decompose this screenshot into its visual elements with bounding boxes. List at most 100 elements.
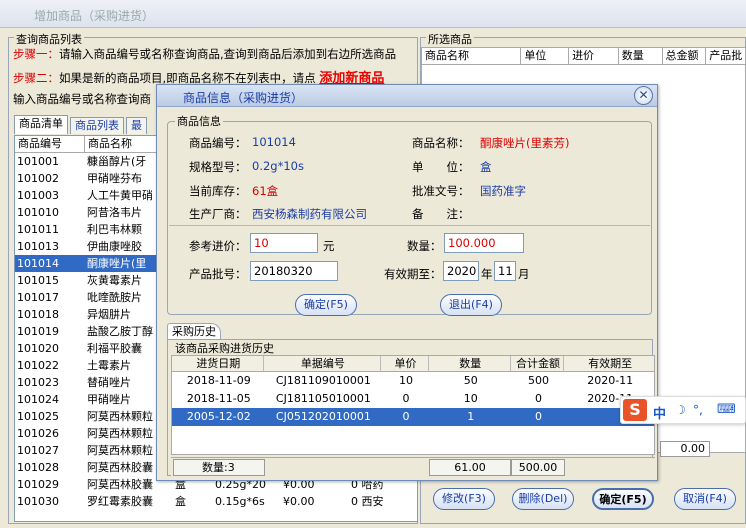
history-row[interactable]: 2018-11-09 CJ181109010001 10 50 500 2020-11 bbox=[172, 372, 654, 390]
product-code-cell: 101019 bbox=[17, 325, 59, 338]
product-code-cell: 101003 bbox=[17, 189, 59, 202]
history-title: 该商品采购进货历史 bbox=[175, 342, 274, 355]
batch-input[interactable]: 20180320 bbox=[250, 261, 338, 281]
col-sel-name[interactable]: 商品名称 bbox=[422, 48, 522, 64]
month-unit: 月 bbox=[518, 267, 530, 281]
info-group-title: 商品信息 bbox=[175, 113, 223, 129]
qty-input[interactable]: 100.000 bbox=[444, 233, 524, 253]
col-hist-qty[interactable]: 数量 bbox=[429, 356, 511, 371]
product-code-cell: 101001 bbox=[17, 155, 59, 168]
product-name-cell: 罗红霉素胶囊 bbox=[87, 495, 153, 508]
col-sel-batch[interactable]: 产品批 bbox=[706, 48, 745, 64]
step1: 步骤一：请输入商品编号或名称查询商品,查询到商品后添加到右边所选商品 bbox=[13, 46, 396, 62]
spec-value: 0.2g*10s bbox=[252, 159, 304, 173]
history-qty-cell: 10 bbox=[463, 392, 478, 405]
approval-label: 批准文号： bbox=[412, 184, 470, 198]
product-code-cell: 101030 bbox=[17, 495, 59, 508]
history-doc-cell: CJ181105010001 bbox=[275, 392, 371, 405]
moon-icon[interactable]: ☽ bbox=[675, 403, 686, 417]
step1-text: 请输入商品编号或名称查询商品,查询到商品后添加到右边所选商品 bbox=[59, 47, 397, 61]
product-code-cell: 101025 bbox=[17, 410, 59, 423]
expiry-year-input[interactable]: 2020 bbox=[443, 261, 479, 281]
history-qty-total: 61.00 bbox=[429, 459, 511, 476]
name-label: 商品名称： bbox=[412, 136, 470, 150]
info-divider bbox=[169, 225, 650, 226]
col-product-code[interactable]: 商品编号 bbox=[15, 136, 85, 152]
maker-label: 生产厂商： bbox=[189, 207, 247, 221]
ime-lang-toggle[interactable]: 中 bbox=[653, 403, 666, 422]
history-grid[interactable]: 进货日期 单据编号 单价 数量 合计金额 有效期至 2018-11-09 CJ18… bbox=[171, 355, 655, 455]
history-row[interactable]: 2018-11-05 CJ181105010001 0 10 0 2020-11 bbox=[172, 390, 654, 408]
col-sel-unit[interactable]: 单位 bbox=[521, 48, 570, 64]
col-sel-price[interactable]: 进价 bbox=[569, 48, 619, 64]
history-date-cell: 2018-11-05 bbox=[186, 392, 251, 405]
code-label: 商品编号： bbox=[189, 136, 247, 150]
history-doc-cell: CJ181109010001 bbox=[275, 374, 371, 387]
history-doc-cell: CJ051202010001 bbox=[275, 410, 371, 423]
col-hist-amount[interactable]: 合计金额 bbox=[511, 356, 565, 371]
maker-value: 西安杨森制药有限公司 bbox=[252, 207, 367, 221]
col-hist-expiry[interactable]: 有效期至 bbox=[564, 356, 654, 371]
table-row[interactable]: 101030 罗红霉素胶囊 盒 0.15g*6s ¥0.00 0 西安 bbox=[15, 493, 417, 510]
tab-recent[interactable]: 最 bbox=[126, 117, 147, 134]
dialog-title-bar: 商品信息（采购进货） ✕ bbox=[157, 85, 657, 107]
history-date-cell: 2005-12-02 bbox=[186, 410, 251, 423]
product-unit-cell: 盒 bbox=[175, 495, 186, 508]
confirm-button[interactable]: 确定(F5) bbox=[592, 488, 654, 510]
sogou-logo-icon[interactable]: S bbox=[623, 399, 647, 421]
history-amount-cell: 500 bbox=[528, 374, 549, 387]
selected-total-value: 0.00 bbox=[660, 441, 710, 457]
product-spec-cell: 0.15g*6s bbox=[215, 495, 265, 508]
col-hist-doc[interactable]: 单据编号 bbox=[264, 356, 382, 371]
history-amount-total: 500.00 bbox=[511, 459, 565, 476]
history-price-cell: 10 bbox=[399, 374, 414, 387]
col-sel-qty[interactable]: 数量 bbox=[619, 48, 663, 64]
batch-label: 产品批号： bbox=[189, 267, 247, 281]
product-code-cell: 101020 bbox=[17, 342, 59, 355]
punctuation-icon[interactable]: °, bbox=[693, 403, 703, 417]
col-hist-price[interactable]: 单价 bbox=[381, 356, 429, 371]
cancel-button[interactable]: 取消(F4) bbox=[674, 488, 736, 510]
dialog-title: 商品信息（采购进货） bbox=[183, 91, 304, 105]
window-title-bar: 增加商品（采购进货） bbox=[0, 0, 746, 28]
edit-button[interactable]: 修改(F3) bbox=[433, 488, 495, 510]
window-title: 增加商品（采购进货） bbox=[34, 9, 155, 23]
approval-value: 国药准字 bbox=[480, 184, 526, 198]
history-grid-header: 进货日期 单据编号 单价 数量 合计金额 有效期至 bbox=[172, 356, 654, 372]
name-value: 酮康唑片(里素芳) bbox=[480, 136, 570, 150]
selected-grid-header: 商品名称 单位 进价 数量 总金额 产品批 bbox=[422, 48, 745, 65]
product-ext-cell: 0 西安 bbox=[351, 495, 384, 508]
history-expiry-cell: 2020-11 bbox=[587, 374, 634, 387]
product-code-cell: 101017 bbox=[17, 291, 59, 304]
history-date-cell: 2018-11-09 bbox=[186, 374, 251, 387]
tab-product-catalog[interactable]: 商品清单 bbox=[14, 115, 68, 134]
close-icon[interactable]: ✕ bbox=[634, 86, 653, 105]
year-unit: 年 bbox=[481, 267, 493, 281]
col-hist-date[interactable]: 进货日期 bbox=[172, 356, 264, 371]
history-amount-cell: 0 bbox=[535, 410, 542, 423]
product-code-cell: 101002 bbox=[17, 172, 59, 185]
ime-toolbar[interactable]: S 中 ☽ °, ⌨ bbox=[620, 396, 746, 424]
remark-label: 备 注： bbox=[412, 207, 470, 221]
delete-button[interactable]: 删除(Del) bbox=[512, 488, 574, 510]
col-sel-total[interactable]: 总金额 bbox=[663, 48, 707, 64]
history-qty-cell: 50 bbox=[463, 374, 478, 387]
price-input[interactable]: 10 bbox=[250, 233, 318, 253]
spec-label: 规格型号： bbox=[189, 160, 247, 174]
product-code-cell: 101010 bbox=[17, 206, 59, 219]
history-row[interactable]: 2005-12-02 CJ051202010001 0 1 0 bbox=[172, 408, 654, 426]
history-price-cell: 0 bbox=[402, 392, 410, 405]
product-info-dialog: 商品信息（采购进货） ✕ 商品信息 商品编号： 101014 商品名称： 酮康唑… bbox=[156, 84, 658, 481]
tab-purchase-history[interactable]: 采购历史 bbox=[167, 323, 221, 340]
tab-product-list[interactable]: 商品列表 bbox=[70, 117, 124, 134]
price-label: 参考进价： bbox=[189, 239, 247, 253]
step2-label: 步骤二： bbox=[13, 71, 59, 85]
dialog-exit-button[interactable]: 退出(F4) bbox=[440, 294, 502, 316]
product-price-cell: ¥0.00 bbox=[283, 495, 315, 508]
product-code-cell: 101029 bbox=[17, 478, 59, 491]
selected-group-title: 所选商品 bbox=[426, 31, 474, 47]
dialog-ok-button[interactable]: 确定(F5) bbox=[295, 294, 357, 316]
expiry-month-input[interactable]: 11 bbox=[494, 261, 516, 281]
product-code-cell: 101027 bbox=[17, 444, 59, 457]
keyboard-icon[interactable]: ⌨ bbox=[717, 402, 736, 417]
